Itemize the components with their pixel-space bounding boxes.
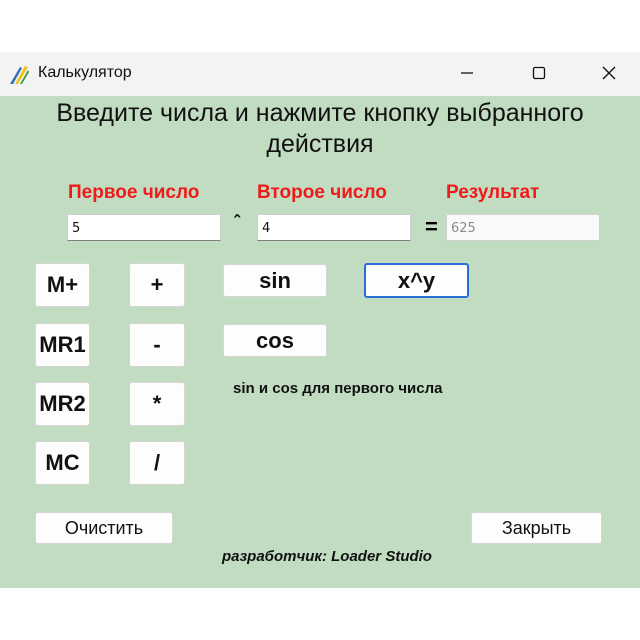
power-button[interactable]: x^y — [364, 263, 469, 298]
instruction-line-1: Введите числа и нажмите кнопку выбранног… — [56, 99, 584, 127]
minimize-icon — [461, 72, 473, 74]
title-bar[interactable]: Калькулятор — [0, 52, 640, 96]
cos-button[interactable]: cos — [223, 324, 327, 357]
clear-button[interactable]: Очистить — [35, 512, 173, 544]
memory-clear-button[interactable]: MC — [35, 441, 90, 485]
close-icon — [602, 66, 616, 80]
instruction-line-2: действия — [266, 130, 374, 158]
result-label: Результат — [446, 182, 540, 203]
window-title: Калькулятор — [38, 64, 132, 81]
second-number-input[interactable]: 4 — [257, 214, 411, 241]
sin-button[interactable]: sin — [223, 264, 327, 297]
calculator-window: Калькулятор Введите числа и нажмите кноп… — [0, 52, 640, 588]
memory-recall-1-button[interactable]: MR1 — [35, 323, 90, 367]
trig-note: sin и cos для первого числа — [233, 380, 443, 397]
close-window-button[interactable] — [592, 60, 626, 88]
first-number-input[interactable]: 5 — [67, 214, 221, 241]
minimize-button[interactable] — [450, 60, 484, 88]
memory-recall-2-button[interactable]: MR2 — [35, 382, 90, 426]
maximize-button[interactable] — [522, 60, 556, 88]
python-feather-icon — [8, 64, 30, 86]
memory-add-button[interactable]: M+ — [35, 263, 90, 307]
second-number-label: Второе число — [257, 182, 387, 203]
power-operator-sign: ˆ — [234, 212, 240, 232]
maximize-icon — [532, 66, 546, 80]
equals-sign: = — [425, 214, 438, 239]
instruction-text: Введите числа и нажмите кнопку выбранног… — [0, 98, 640, 160]
first-number-label: Первое число — [68, 182, 200, 203]
add-button[interactable]: + — [129, 263, 185, 307]
divide-button[interactable]: / — [129, 441, 185, 485]
subtract-button[interactable]: - — [129, 323, 185, 367]
multiply-button[interactable]: * — [129, 382, 185, 426]
close-button[interactable]: Закрыть — [471, 512, 602, 544]
result-field: 625 — [446, 214, 600, 241]
developer-credit: разработчик: Loader Studio — [222, 548, 432, 565]
